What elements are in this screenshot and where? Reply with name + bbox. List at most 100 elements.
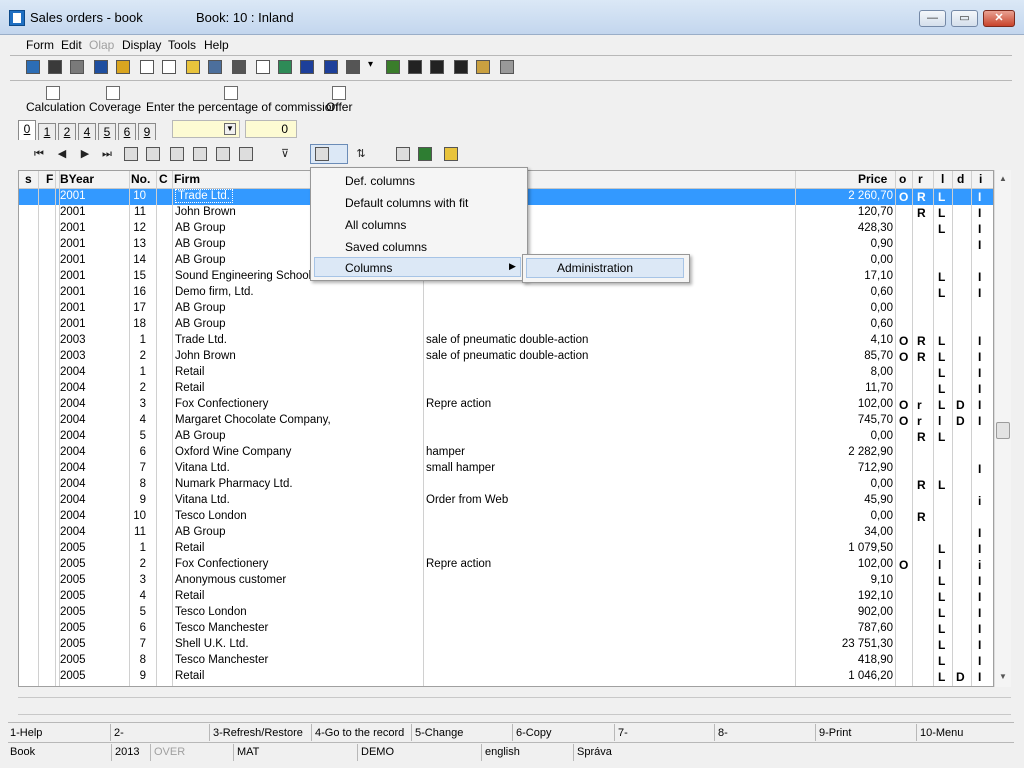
tab-6[interactable]: 6 — [118, 123, 136, 140]
col-byear-header[interactable]: BYear — [60, 172, 94, 186]
camera-icon[interactable] — [346, 60, 360, 74]
stack-icon[interactable] — [278, 60, 292, 74]
coverage-button[interactable]: Coverage — [89, 100, 141, 114]
sort-az-icon[interactable]: ⇅ — [354, 147, 368, 161]
fkey-7[interactable]: 7- — [618, 727, 628, 739]
copy-icon[interactable] — [162, 60, 176, 74]
tab-2[interactable]: 2 — [58, 123, 76, 140]
col-d-header[interactable]: d — [957, 172, 964, 186]
tab-4[interactable]: 4 — [78, 123, 96, 140]
save-as-icon[interactable] — [70, 60, 84, 74]
col-s-header[interactable]: s — [25, 172, 32, 186]
fkey-8[interactable]: 8- — [718, 727, 728, 739]
previous-record-icon[interactable]: ◀ — [55, 147, 69, 161]
copy2-icon[interactable] — [186, 60, 200, 74]
fkey-10[interactable]: 10-Menu — [920, 727, 963, 739]
arrow-up-icon[interactable] — [300, 60, 314, 74]
binoculars2-icon[interactable] — [430, 60, 444, 74]
fkey-1[interactable]: 1-Help — [10, 727, 42, 739]
table-row[interactable]: 2004 4 Margaret Chocolate Company, 745,70 Or… — [19, 413, 993, 429]
fkey-6[interactable]: 6-Copy — [516, 727, 551, 739]
edit-disabled-icon[interactable] — [500, 60, 514, 74]
filter-icon[interactable]: ⊽ — [278, 147, 292, 161]
excel-icon[interactable] — [418, 147, 432, 161]
report-icon[interactable] — [256, 60, 270, 74]
tree-icon[interactable] — [26, 60, 40, 74]
dropdown-icon[interactable]: ▾ — [368, 59, 374, 70]
menu-edit[interactable]: Edit — [61, 38, 82, 52]
save-icon[interactable] — [48, 60, 62, 74]
menu-olap[interactable]: Olap — [89, 38, 114, 52]
fkey-4[interactable]: 4-Go to the record — [315, 727, 404, 739]
next-record-icon[interactable]: ▶ — [78, 147, 92, 161]
menu-display[interactable]: Display — [122, 38, 161, 52]
table-row[interactable]: 2005 9 Retail 1 046,20 L D I — [19, 669, 993, 685]
vertical-scrollbar[interactable]: ▲ ▼ — [994, 170, 1011, 687]
table-row[interactable]: 2004 7 Vitana Ltd. small hamper 712,90 I — [19, 461, 993, 477]
scroll-up-icon[interactable]: ▲ — [999, 174, 1007, 183]
table-row[interactable]: 2004 6 Oxford Wine Company hamper 2 282,90 — [19, 445, 993, 461]
table-row[interactable]: 2005 4 Retail 192,10 L I — [19, 589, 993, 605]
calculation-button[interactable]: Calculation — [26, 100, 85, 114]
undo-icon[interactable] — [94, 60, 108, 74]
table-row[interactable]: 2004 1 Retail 8,00 L I — [19, 365, 993, 381]
table-row[interactable]: 2004 3 Fox Confectionery Repre action 102,00… — [19, 397, 993, 413]
filter-value-input[interactable]: 0 — [245, 120, 297, 138]
table-row[interactable]: 2005 8 Tesco Manchester 418,90 L I — [19, 653, 993, 669]
table-row[interactable]: 2005 7 Shell U.K. Ltd. 23 751,30 L I — [19, 637, 993, 653]
menu-columns[interactable]: Columns — [345, 261, 392, 275]
chevron-down-icon[interactable]: ▼ — [224, 123, 236, 135]
commission-button[interactable]: Enter the percentage of commission — [146, 100, 338, 114]
menu-all-columns[interactable]: All columns — [345, 218, 406, 232]
table-row[interactable]: 2004 5 AB Group 0,00 R L — [19, 429, 993, 445]
col-f-header[interactable]: F — [46, 172, 53, 186]
close-button[interactable]: ✕ — [983, 10, 1015, 27]
fkey-2[interactable]: 2- — [114, 727, 124, 739]
list-icon[interactable] — [396, 147, 410, 161]
last-record-icon[interactable]: ⏭ — [100, 147, 114, 161]
col-l-header[interactable]: l — [941, 172, 944, 186]
col-r-header[interactable]: r — [918, 172, 923, 186]
col-o-header[interactable]: o — [899, 172, 906, 186]
table-row[interactable]: 2005 1 Retail 1 079,50 L I — [19, 541, 993, 557]
menu-administration[interactable]: Administration — [557, 261, 633, 275]
filter-icon[interactable] — [232, 60, 246, 74]
fkey-9[interactable]: 9-Print — [819, 727, 851, 739]
fkey-5[interactable]: 5-Change — [415, 727, 463, 739]
table-row[interactable]: 2005 3 Anonymous customer 9,10 L I — [19, 573, 993, 589]
tab-5[interactable]: 5 — [98, 123, 116, 140]
tab-0[interactable]: 0 — [18, 120, 36, 140]
table-row[interactable]: 2001 16 Demo firm, Ltd. 0,60 L I — [19, 285, 993, 301]
offer-button[interactable]: Offer — [326, 100, 352, 114]
new-document-icon[interactable] — [140, 60, 154, 74]
table-row[interactable]: 2004 10 Tesco London 0,00 R — [19, 509, 993, 525]
camera-icon[interactable] — [239, 147, 253, 161]
filter-select[interactable]: ▼ — [172, 120, 240, 138]
arrow-down-icon[interactable] — [324, 60, 338, 74]
sheet-icon[interactable] — [444, 147, 458, 161]
table-row[interactable]: 2003 2 John Brown sale of pneumatic double-… — [19, 349, 993, 365]
columns-icon[interactable] — [315, 147, 329, 161]
col-price-header[interactable]: Price — [858, 172, 887, 186]
menu-tools[interactable]: Tools — [168, 38, 196, 52]
delete-record-icon[interactable] — [216, 147, 230, 161]
check-person-icon[interactable] — [386, 60, 400, 74]
table-row[interactable]: 2005 6 Tesco Manchester 787,60 L I — [19, 621, 993, 637]
binoculars-icon[interactable] — [408, 60, 422, 74]
maximize-button[interactable]: ▭ — [951, 10, 978, 27]
table-row[interactable]: 2005 2 Fox Confectionery Repre action 102,00… — [19, 557, 993, 573]
print-icon[interactable] — [170, 147, 184, 161]
table-row[interactable]: 2004 2 Retail 11,70 L I — [19, 381, 993, 397]
menu-default-columns-fit[interactable]: Default columns with fit — [345, 196, 468, 210]
binoculars-icon[interactable] — [146, 147, 160, 161]
tab-9[interactable]: 9 — [138, 123, 156, 140]
menu-def-columns[interactable]: Def. columns — [345, 174, 415, 188]
refresh-icon[interactable] — [124, 147, 138, 161]
open-folder-icon[interactable] — [116, 60, 130, 74]
table-row[interactable]: 2003 1 Trade Ltd. sale of pneumatic double-… — [19, 333, 993, 349]
menu-help[interactable]: Help — [204, 38, 229, 52]
scroll-thumb[interactable] — [996, 422, 1010, 439]
table-row[interactable]: 2001 18 AB Group 0,60 — [19, 317, 993, 333]
menu-saved-columns[interactable]: Saved columns — [345, 240, 427, 254]
tab-1[interactable]: 1 — [38, 123, 56, 140]
